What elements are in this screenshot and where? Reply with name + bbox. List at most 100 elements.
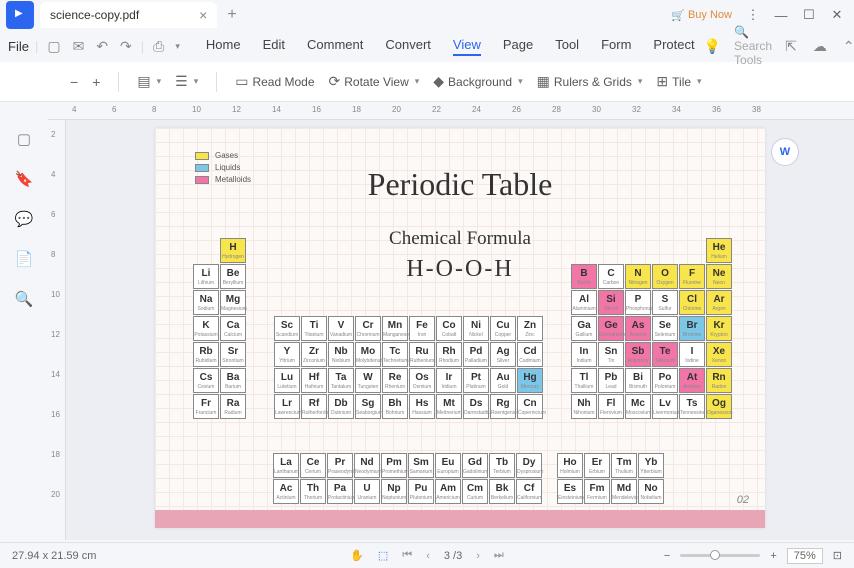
element-Pu: PuPlutonium [408,479,434,504]
element-U: UUranium [354,479,380,504]
element-Np: NpNeptunium [381,479,407,504]
element-Pb: PbLead [598,368,624,393]
select-tool-icon[interactable]: ⬚ [378,549,388,562]
element-Co: CoCobalt [436,316,462,341]
page-number: 02 [737,494,749,506]
element-Mt: MtMeitnerium [436,394,462,419]
last-page-button[interactable]: ⏭ [494,549,504,562]
document-tab[interactable]: science-copy.pdf × [40,2,217,28]
element-S: SSulfur [652,290,678,315]
element-Kr: KrKrypton [706,316,732,341]
element-Li: LiLithium [193,264,219,289]
rulers-grids-dropdown[interactable]: ▦Rulers & Grids▾ [537,73,643,90]
menu-protect[interactable]: Protect [653,37,694,56]
element-Cr: CrChromium [355,316,381,341]
canvas[interactable]: W GasesLiquidsMetalloids Periodic Table … [66,120,854,540]
close-window-button[interactable]: ✕ [830,7,844,23]
element-Sn: SnTin [598,342,624,367]
element-Ta: TaTantalum [328,368,354,393]
page-display-dropdown[interactable]: ☰▾ [175,73,198,90]
maximize-button[interactable]: ☐ [802,7,816,23]
search-tools-input[interactable]: 🔍 Search Tools [734,25,772,67]
collapse-icon[interactable]: ⌃ [840,38,854,55]
menu-edit[interactable]: Edit [263,37,285,56]
close-tab-icon[interactable]: × [199,7,207,23]
zoom-minus-button[interactable]: − [664,550,670,562]
element-Bh: BhBohrium [382,394,408,419]
element-Sg: SgSeaborgium [355,394,381,419]
bulb-icon[interactable]: 💡 [701,38,724,55]
element-Ds: DsDarmstadtium [463,394,489,419]
next-page-button[interactable]: › [476,550,480,562]
menu-dots-icon[interactable]: ⋮ [746,7,760,23]
file-menu[interactable]: File [8,39,29,54]
element-Nd: NdNeodymium [354,453,380,478]
element-Ce: CeCerium [300,453,326,478]
element-Hf: HfHafnium [301,368,327,393]
menu-comment[interactable]: Comment [307,37,363,56]
menu-tool[interactable]: Tool [555,37,579,56]
page-indicator[interactable]: 3 /3 [444,550,462,562]
word-badge-icon[interactable]: W [771,138,799,166]
zoom-value[interactable]: 75% [787,548,823,564]
element-Gd: GdGadolinium [462,453,488,478]
redo-icon[interactable]: ↷ [117,38,135,55]
element-Hg: HgMercury [517,368,543,393]
element-Fl: FlFlerovium [598,394,624,419]
first-page-button[interactable]: ⏮ [402,549,412,562]
element-Os: OsOsmium [409,368,435,393]
element-Th: ThThorium [300,479,326,504]
attachment-icon[interactable]: 📄 [15,250,34,268]
menu-page[interactable]: Page [503,37,533,56]
hand-tool-icon[interactable]: ✋ [350,549,364,562]
page-layout-dropdown[interactable]: ▤▾ [137,73,161,90]
element-Fe: FeIron [409,316,435,341]
menu-home[interactable]: Home [206,37,241,56]
element-H: HHydrogen [220,238,246,263]
element-Lr: LrLawrencium [274,394,300,419]
background-dropdown[interactable]: ◆Background▾ [433,73,522,90]
mail-icon[interactable]: ✉ [70,38,88,55]
bookmark-icon[interactable]: 🔖 [15,170,34,188]
minimize-button[interactable]: — [774,8,788,23]
element-Cs: CsCesium [193,368,219,393]
menu-convert[interactable]: Convert [385,37,431,56]
new-tab-button[interactable]: + [227,6,236,24]
element-Cl: ClChlorine [679,290,705,315]
undo-icon[interactable]: ↶ [93,38,111,55]
zoom-in-button[interactable]: + [92,74,100,90]
rotate-view-dropdown[interactable]: ⟳Rotate View▾ [329,73,420,90]
element-C: CCarbon [598,264,624,289]
horizontal-ruler: 468101214161820222426283032343638 [48,102,854,120]
vertical-ruler: 2468101214161820 [48,120,66,540]
element-Sb: SbAntimony [625,342,651,367]
zoom-out-button[interactable]: − [70,74,78,90]
menu-form[interactable]: Form [601,37,631,56]
share-icon[interactable]: ⇱ [782,38,800,55]
element-Eu: EuEuropium [435,453,461,478]
open-icon[interactable]: ▢ [44,38,63,55]
element-V: VVanadium [328,316,354,341]
cloud-icon[interactable]: ☁ [810,38,830,55]
element-Ru: RuRuthenium [409,342,435,367]
element-Ga: GaGallium [571,316,597,341]
zoom-plus-button[interactable]: + [770,550,776,562]
search-panel-icon[interactable]: 🔍 [15,290,34,308]
app-icon [6,1,34,29]
fit-page-icon[interactable]: ⊡ [833,549,842,562]
element-Lu: LuLutetium [274,368,300,393]
element-Ac: AcActinium [273,479,299,504]
element-Tc: TcTechnetium [382,342,408,367]
tile-dropdown[interactable]: ⊞Tile▾ [656,73,701,90]
comment-panel-icon[interactable]: 💬 [15,210,34,228]
thumbnails-icon[interactable]: ▢ [17,130,31,148]
zoom-slider[interactable] [680,554,760,557]
menu-view[interactable]: View [453,37,481,56]
element-Tm: TmThulium [611,453,637,478]
element-Cu: CuCopper [490,316,516,341]
prev-page-button[interactable]: ‹ [426,550,430,562]
element-Au: AuGold [490,368,516,393]
read-mode-button[interactable]: ▭Read Mode [235,73,314,90]
buy-now-link[interactable]: 🛒 Buy Now [671,9,732,22]
print-icon[interactable]: ⎙ [150,38,167,55]
